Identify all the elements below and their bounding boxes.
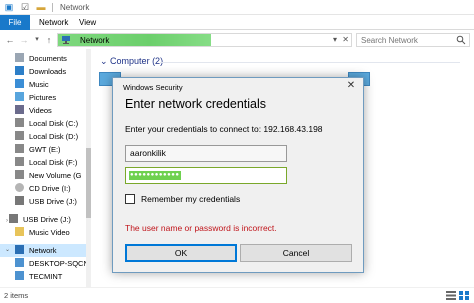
sidebar-item-music[interactable]: Music [15, 78, 49, 91]
password-field[interactable]: ●●●●●●●●●●●● [125, 167, 287, 184]
address-bar[interactable]: Network ▾ ✕ [57, 33, 352, 47]
documents-icon [15, 53, 24, 62]
sidebar-item-label: Music Video [29, 228, 70, 237]
network-icon [15, 245, 24, 254]
window-title: Network [60, 3, 90, 12]
search-box[interactable] [356, 33, 470, 47]
drive-icon [15, 118, 24, 127]
usb-drive-icon [9, 214, 18, 223]
drive-icon [15, 170, 24, 179]
pictures-icon [15, 92, 24, 101]
credentials-dialog: Windows Security ✕ Enter network credent… [112, 77, 364, 273]
sidebar-item-label: GWT (E:) [29, 145, 61, 154]
close-icon[interactable]: ✕ [345, 80, 357, 92]
ok-button[interactable]: OK [125, 244, 237, 262]
search-input[interactable] [357, 34, 447, 46]
search-icon[interactable] [456, 35, 466, 45]
sidebar-item-label: Downloads [29, 67, 67, 76]
drive-icon [15, 157, 24, 166]
sidebar-item-gwt-e[interactable]: GWT (E:) [15, 143, 61, 156]
title-separator [52, 3, 53, 12]
new-folder-icon[interactable]: ▬ [36, 2, 46, 12]
recent-locations-chevron-icon[interactable]: ▾ [31, 34, 43, 46]
status-bar: 2 items [0, 287, 474, 303]
sidebar-item-label: Local Disk (D:) [29, 132, 79, 141]
group-header-label: Computer (2) [110, 56, 164, 66]
drive-icon [15, 131, 24, 140]
address-dropdown-icon[interactable]: ▾ [333, 35, 337, 44]
sidebar-item-label: USB Drive (J:) [29, 197, 77, 206]
sidebar-item-local-disk-d[interactable]: Local Disk (D:) [15, 130, 78, 143]
sidebar-item-label: Music [29, 80, 49, 89]
username-field[interactable]: aaronkilik [125, 145, 287, 162]
sidebar-item-usb-drive-j[interactable]: USB Drive (J:) [15, 195, 77, 208]
sidebar-item-label: Local Disk (C:) [29, 119, 79, 128]
sidebar-item-label: CD Drive (I:) [29, 184, 71, 193]
navigation-pane: Documents Downloads Music Pictures Video… [0, 49, 91, 287]
error-message: The user name or password is incorrect. [125, 223, 277, 233]
expand-chevron-icon[interactable]: › [6, 218, 8, 224]
sidebar-item-network[interactable]: ⌄ Network [0, 244, 86, 257]
ribbon-tabs: File Network View [0, 15, 474, 30]
sidebar-item-label: Documents [29, 54, 67, 63]
dialog-title: Windows Security [123, 83, 183, 92]
address-location: Network [80, 36, 110, 45]
videos-icon [15, 105, 24, 114]
group-divider [160, 62, 460, 63]
sidebar-item-label: DESKTOP-SQCN [29, 259, 89, 268]
sidebar-item-label: New Volume (G [29, 171, 82, 180]
music-icon [15, 79, 24, 88]
dialog-heading: Enter network credentials [125, 97, 267, 111]
remember-credentials-checkbox[interactable] [125, 194, 135, 204]
details-view-icon[interactable] [446, 291, 456, 300]
sidebar-item-local-disk-f[interactable]: Local Disk (F:) [15, 156, 77, 169]
sidebar-item-label: Videos [29, 106, 52, 115]
sidebar-item-label: TECMINT [29, 272, 63, 281]
tab-view[interactable]: View [73, 15, 102, 30]
sidebar-item-tecmint[interactable]: TECMINT [15, 270, 62, 283]
sidebar-item-documents[interactable]: Documents [15, 52, 67, 65]
usb-drive-icon [15, 196, 24, 205]
tab-file[interactable]: File [0, 15, 30, 30]
sidebar-item-pictures[interactable]: Pictures [15, 91, 56, 104]
status-item-count: 2 items [4, 291, 29, 300]
password-mask: ●●●●●●●●●●●● [129, 171, 181, 180]
sidebar-item-label: Network [29, 246, 57, 255]
sidebar-item-label: Local Disk (F:) [29, 158, 78, 167]
drive-icon [15, 144, 24, 153]
sidebar-item-downloads[interactable]: Downloads [15, 65, 66, 78]
group-header[interactable]: ⌄ Computer (2) [100, 56, 163, 67]
sidebar-item-cd-drive-i[interactable]: CD Drive (I:) [15, 182, 71, 195]
group-chevron-icon[interactable]: ⌄ [100, 56, 110, 66]
sidebar-item-music-video[interactable]: Music Video [15, 226, 70, 239]
sidebar-item-local-disk-c[interactable]: Local Disk (C:) [15, 117, 78, 130]
back-arrow-icon[interactable]: ← [4, 34, 16, 46]
sidebar-item-videos[interactable]: Videos [15, 104, 52, 117]
remember-credentials-label[interactable]: Remember my credentials [141, 194, 240, 204]
folder-icon [15, 227, 24, 236]
properties-icon[interactable]: ☑ [20, 2, 30, 12]
explorer-app-icon: ▣ [4, 2, 14, 12]
up-arrow-icon[interactable]: ↑ [43, 34, 55, 46]
cancel-button[interactable]: Cancel [240, 244, 352, 262]
forward-arrow-icon[interactable]: → [18, 34, 30, 46]
expand-chevron-icon[interactable]: ⌄ [5, 244, 10, 257]
computer-icon [15, 271, 24, 280]
sidebar-item-label: Pictures [29, 93, 57, 102]
computer-icon [15, 258, 24, 267]
sidebar-item-new-volume-g[interactable]: New Volume (G [15, 169, 82, 182]
large-icons-view-icon[interactable] [459, 291, 469, 300]
dialog-prompt: Enter your credentials to connect to: 19… [125, 124, 323, 134]
cd-drive-icon [15, 183, 24, 192]
tab-network[interactable]: Network [33, 15, 74, 30]
sidebar-item-usb-drive-j-expanded[interactable]: › USB Drive (J:) [6, 213, 71, 226]
title-bar: ▣ ☑ ▬ Network [0, 0, 474, 15]
sidebar-item-label: USB Drive (J:) [23, 215, 71, 224]
sidebar-item-desktop-computer[interactable]: DESKTOP-SQCN [15, 257, 89, 270]
refresh-icon[interactable]: ✕ [342, 35, 349, 44]
network-icon [62, 36, 70, 44]
address-row: ← → ▾ ↑ Network ▾ ✕ [0, 31, 474, 49]
downloads-icon [15, 66, 24, 75]
